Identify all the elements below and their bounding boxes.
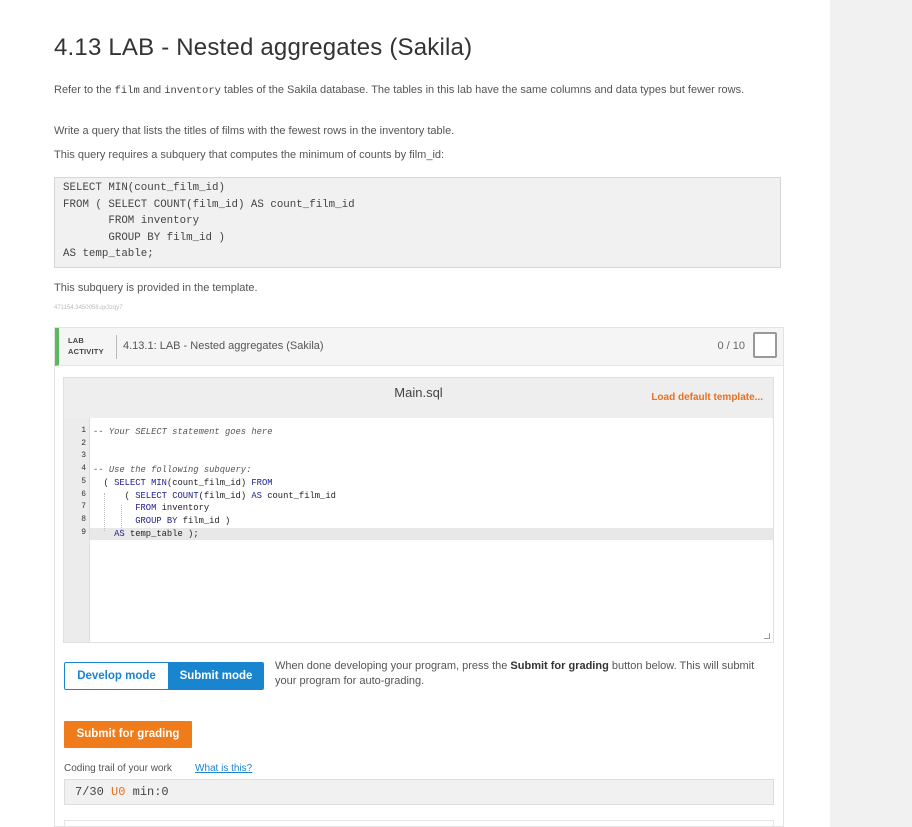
mode-description: When done developing your program, press… xyxy=(275,659,755,689)
code-line: ( SELECT COUNT(film_id) AS count_film_id xyxy=(93,490,336,501)
bottom-panel xyxy=(64,820,774,827)
lab-score: 0 / 10 xyxy=(717,340,745,352)
intro-text: Refer to the xyxy=(54,84,115,96)
lab-tag-line1: LAB xyxy=(68,336,85,345)
hint-paragraph: This query requires a subquery that comp… xyxy=(54,149,445,161)
coding-trail-label: Coding trail of your work xyxy=(64,763,172,774)
submit-for-grading-button[interactable]: Submit for grading xyxy=(64,721,192,748)
coding-trail: 7/30 U0 min:0 xyxy=(64,779,774,805)
lab-tag-line2: ACTIVITY xyxy=(68,347,104,356)
code-line: AS temp_table ); xyxy=(114,528,199,539)
lab-divider xyxy=(116,335,117,359)
line-number: 4 xyxy=(81,464,86,474)
what-is-this-link[interactable]: What is this? xyxy=(195,763,252,774)
code-line: -- Use the following subquery: xyxy=(93,465,252,476)
code-editor[interactable]: Main.sql Load default template... 1 2 3 4 5 6… xyxy=(63,377,774,643)
load-default-template-link[interactable]: Load default template... xyxy=(651,392,763,403)
line-number: 1 xyxy=(81,426,86,435)
intro-paragraph: Refer to the film and inventory tables o… xyxy=(54,82,774,99)
lab-activity: LAB ACTIVITY 4.13.1: LAB - Nested aggreg… xyxy=(54,327,784,827)
line-number: 7 xyxy=(81,502,86,512)
example-code-block: SELECT MIN(count_film_id) FROM ( SELECT … xyxy=(54,177,781,268)
intro-text: and xyxy=(139,84,165,96)
line-number: 2 xyxy=(81,438,86,448)
line-number: 9 xyxy=(81,527,86,537)
mode-desc-bold: Submit for grading xyxy=(510,660,609,672)
lab-title: 4.13.1: LAB - Nested aggregates (Sakila) xyxy=(123,340,324,352)
trail-suffix: min:0 xyxy=(125,785,169,799)
content-hash: 471154.3450058.qx3zqy7 xyxy=(54,305,123,311)
code-line: FROM inventory xyxy=(135,503,210,514)
line-number: 5 xyxy=(81,476,86,486)
example-query: SELECT MIN(count_film_id) FROM ( SELECT … xyxy=(63,182,355,261)
code-line: GROUP BY film_id ) xyxy=(135,515,231,526)
code-line: ( SELECT MIN(count_film_id) FROM xyxy=(93,477,273,488)
line-number: 6 xyxy=(81,489,86,499)
resize-handle-icon[interactable] xyxy=(764,633,770,639)
mode-toggle: Develop mode Submit mode xyxy=(64,662,264,690)
line-number: 8 xyxy=(81,514,86,524)
code-line: -- Your SELECT statement goes here xyxy=(93,427,273,437)
page: 4.13 LAB - Nested aggregates (Sakila) Re… xyxy=(0,0,830,827)
intro-text: tables of the Sakila database. The table… xyxy=(220,84,745,96)
task-paragraph: Write a query that lists the titles of f… xyxy=(54,125,455,137)
inline-code-film: film xyxy=(114,85,140,97)
lab-tag: LAB ACTIVITY xyxy=(68,335,104,357)
trail-prefix: 7/30 xyxy=(75,785,112,799)
page-title: 4.13 LAB - Nested aggregates (Sakila) xyxy=(54,34,473,61)
develop-mode-button[interactable]: Develop mode xyxy=(65,663,168,689)
provided-note: This subquery is provided in the templat… xyxy=(54,282,258,294)
line-number: 3 xyxy=(81,451,86,461)
submit-mode-button[interactable]: Submit mode xyxy=(168,663,263,689)
code-area[interactable]: -- Your SELECT statement goes here -- Use… xyxy=(90,418,773,642)
trail-u-value: U0 xyxy=(111,785,126,799)
inline-code-inventory: inventory xyxy=(164,85,221,97)
editor-toolbar: Main.sql Load default template... xyxy=(64,378,773,418)
completion-checkbox-icon xyxy=(753,332,777,358)
mode-desc-text: When done developing your program, press… xyxy=(275,660,511,672)
line-number-gutter: 1 2 3 4 5 6 7 8 9 xyxy=(64,418,90,642)
right-pane xyxy=(830,0,912,827)
lab-header: LAB ACTIVITY 4.13.1: LAB - Nested aggreg… xyxy=(55,328,783,366)
